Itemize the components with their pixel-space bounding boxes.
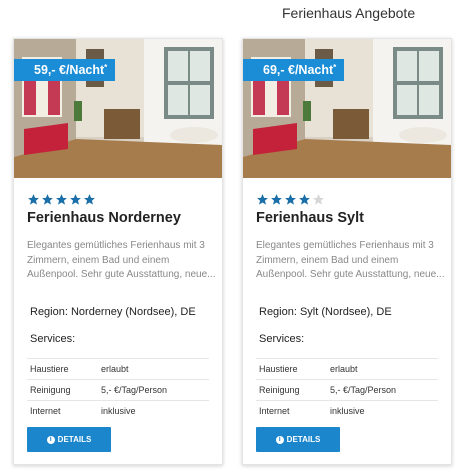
offer-card-sylt: 69,- €/Nacht* Ferienhaus Sylt Elegantes … <box>242 38 452 465</box>
service-key: Haustiere <box>30 364 69 374</box>
star-rating <box>256 193 325 207</box>
service-key: Internet <box>259 406 290 417</box>
region-text: Region: Sylt (Nordsee), DE <box>259 306 392 318</box>
details-button-label: DETAILS <box>286 435 321 444</box>
service-value: inklusive <box>101 406 136 417</box>
service-row: Internet inklusive <box>256 400 438 422</box>
service-value: inklusive <box>330 406 365 417</box>
star-filled-icon <box>70 194 81 205</box>
details-button[interactable]: i DETAILS <box>256 427 340 452</box>
star-empty-icon <box>313 194 324 205</box>
region-text: Region: Norderney (Nordsee), DE <box>30 306 196 318</box>
service-value: 5,- €/Tag/Person <box>101 385 168 395</box>
star-filled-icon <box>257 194 268 205</box>
info-icon: i <box>46 435 55 444</box>
services-table: Haustiere erlaubt Reinigung 5,- €/Tag/Pe… <box>27 358 209 422</box>
services-table: Haustiere erlaubt Reinigung 5,- €/Tag/Pe… <box>256 358 438 422</box>
service-row: Reinigung 5,- €/Tag/Person <box>256 379 438 401</box>
star-rating <box>27 193 96 207</box>
star-filled-icon <box>271 194 282 205</box>
info-icon: i <box>275 435 284 444</box>
room-photo[interactable]: 69,- €/Nacht* <box>243 39 451 178</box>
price-tag: 69,- €/Nacht* <box>243 59 345 81</box>
services-label: Services: <box>30 333 76 345</box>
service-row: Haustiere erlaubt <box>27 358 209 380</box>
service-value: erlaubt <box>330 364 358 374</box>
star-filled-icon <box>285 194 296 205</box>
page-heading: Ferienhaus Angebote <box>282 5 416 21</box>
star-filled-icon <box>299 194 310 205</box>
service-row: Haustiere erlaubt <box>256 358 438 380</box>
service-value: 5,- €/Tag/Person <box>330 385 397 395</box>
service-value: erlaubt <box>101 364 129 374</box>
service-key: Reinigung <box>259 385 300 395</box>
card-description: Elegantes gemütliches Ferienhaus mit 3 Z… <box>256 240 445 280</box>
star-filled-icon <box>56 194 67 205</box>
service-key: Internet <box>30 406 61 417</box>
offer-card-norderney: 59,- €/Nacht* Ferienhaus Norderney Elega… <box>13 38 223 465</box>
card-description: Elegantes gemütliches Ferienhaus mit 3 Z… <box>27 240 216 280</box>
card-title[interactable]: Ferienhaus Norderney <box>27 210 181 226</box>
service-key: Reinigung <box>30 385 71 395</box>
star-filled-icon <box>42 194 53 205</box>
price-tag: 59,- €/Nacht* <box>14 59 116 81</box>
services-label: Services: <box>259 333 305 345</box>
star-filled-icon <box>84 194 95 205</box>
service-row: Reinigung 5,- €/Tag/Person <box>27 379 209 401</box>
service-key: Haustiere <box>259 364 298 374</box>
star-filled-icon <box>28 194 39 205</box>
card-title[interactable]: Ferienhaus Sylt <box>256 210 364 226</box>
details-button[interactable]: i DETAILS <box>27 427 111 452</box>
room-photo[interactable]: 59,- €/Nacht* <box>14 39 222 178</box>
details-button-label: DETAILS <box>57 435 92 444</box>
service-row: Internet inklusive <box>27 400 209 422</box>
